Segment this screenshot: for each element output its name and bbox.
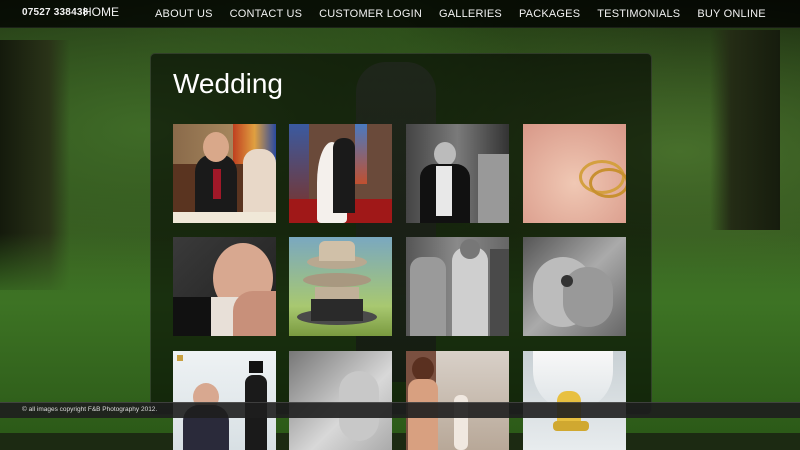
gallery-thumbnail[interactable]	[523, 124, 626, 223]
nav-contact-us-link[interactable]: CONTACT US	[230, 8, 303, 20]
nav-about-us-link[interactable]: ABOUT US	[155, 8, 213, 20]
gallery-thumbnail[interactable]	[406, 124, 509, 223]
gallery-thumbnail[interactable]	[406, 351, 509, 450]
gallery-thumbnail[interactable]	[173, 237, 276, 336]
footer-bar: © all images copyright F&B Photography 2…	[0, 402, 800, 418]
nav-customer-login-link[interactable]: CUSTOMER LOGIN	[319, 8, 422, 20]
gallery-thumbnail[interactable]	[406, 237, 509, 336]
gallery-thumbnail[interactable]	[289, 124, 392, 223]
nav-galleries-link[interactable]: GALLERIES	[439, 8, 502, 20]
phone-number: 07527 338438	[22, 7, 89, 18]
nav-packages-link[interactable]: PACKAGES	[519, 8, 580, 20]
gallery-thumbnail[interactable]	[523, 351, 626, 450]
page-title: Wedding	[173, 68, 284, 99]
nav-home-link[interactable]: HOME	[83, 5, 119, 19]
nav-buy-online-link[interactable]: BUY ONLINE	[697, 8, 765, 20]
gallery-thumbnail[interactable]	[289, 237, 392, 336]
gallery-thumbnail[interactable]	[173, 351, 276, 450]
top-navigation-bar: 07527 338438 HOME ABOUT US CONTACT US CU…	[0, 0, 800, 28]
tree-trunk-right	[710, 30, 780, 230]
gallery-thumbnail[interactable]	[523, 237, 626, 336]
copyright-text: © all images copyright F&B Photography 2…	[22, 406, 158, 413]
main-menu: ABOUT US CONTACT US CUSTOMER LOGIN GALLE…	[155, 8, 783, 20]
nav-testimonials-link[interactable]: TESTIMONIALS	[597, 8, 680, 20]
gallery-thumbnail[interactable]	[173, 124, 276, 223]
gallery-thumbnail[interactable]	[289, 351, 392, 450]
gallery-panel: Wedding	[150, 53, 652, 450]
